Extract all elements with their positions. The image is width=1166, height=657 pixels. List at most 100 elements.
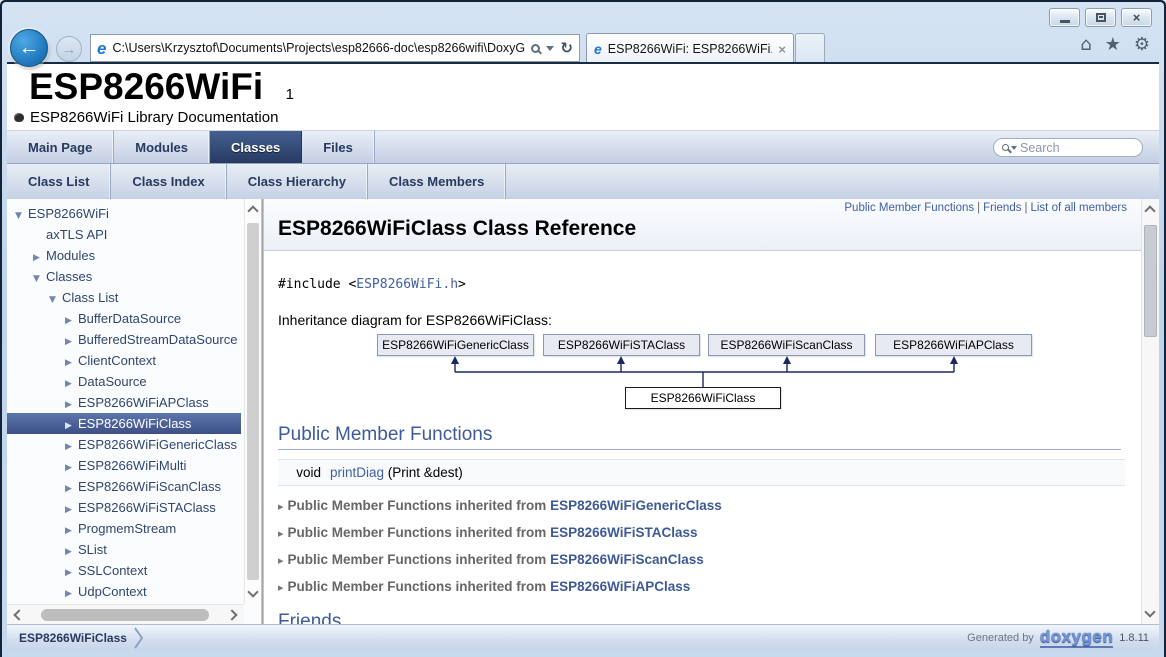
inherited-class-link[interactable]: ESP8266WiFiSTAClass [550, 525, 697, 540]
browser-tab[interactable]: e ESP8266WiFi: ESP8266WiFi... × [586, 33, 794, 64]
tree-item[interactable]: ▶SList [7, 539, 241, 560]
site-search-box[interactable] [993, 138, 1143, 157]
expand-right-icon[interactable]: ▸ [278, 527, 284, 540]
tree-item[interactable]: ▶BufferedStreamDataSource [7, 329, 241, 350]
search-icon[interactable] [531, 44, 540, 53]
section-heading-public-members: Public Member Functions [278, 424, 1121, 450]
tree-item[interactable]: ▶ClientContext [7, 350, 241, 371]
project-brief: ESP8266WiFi Library Documentation [30, 109, 278, 126]
inheritance-node[interactable]: ESP8266WiFiSTAClass [543, 334, 700, 356]
summary-link[interactable]: List of all members [1030, 202, 1127, 214]
expand-right-icon[interactable]: ▸ [278, 500, 284, 513]
inherited-section[interactable]: ▸Public Member Functions inherited from … [278, 498, 1125, 513]
doxygen-logo[interactable]: doxygen [1040, 628, 1113, 648]
browser-chrome: × ← → e ↻ e ESP8266WiFi: ESP8266WiFi... … [2, 2, 1164, 657]
tree-item[interactable]: ▼Classes [7, 266, 241, 287]
expand-right-icon[interactable]: ▸ [278, 581, 284, 594]
sidebar-vertical-scroll-thumb[interactable] [247, 223, 259, 580]
scroll-up-icon[interactable] [247, 205, 258, 216]
sidebar-vertical-scrollbar[interactable] [244, 199, 261, 604]
close-button[interactable]: × [1121, 8, 1152, 27]
restore-button[interactable] [1085, 8, 1116, 27]
inheritance-node[interactable]: ESP8266WiFiScanClass [708, 334, 865, 356]
tab-classes[interactable]: Classes [210, 131, 302, 163]
inheritance-caption: Inheritance diagram for ESP8266WiFiClass… [278, 312, 1125, 328]
address-dropdown-icon[interactable] [546, 46, 554, 51]
tree-item[interactable]: ▶ESP8266WiFiMulti [7, 455, 241, 476]
tree-expand-icon[interactable]: ▶ [65, 584, 78, 604]
tab-files[interactable]: Files [302, 131, 375, 163]
tree-collapse-icon[interactable]: ▼ [15, 206, 28, 227]
tab-close-icon[interactable]: × [778, 42, 786, 57]
tree-item[interactable]: ▶ESP8266WiFiScanClass [7, 476, 241, 497]
tab-class-hierarchy[interactable]: Class Hierarchy [227, 164, 368, 199]
sidebar-horizontal-scrollbar[interactable] [7, 604, 244, 624]
inherited-section[interactable]: ▸Public Member Functions inherited from … [278, 552, 1125, 567]
tab-modules[interactable]: Modules [114, 131, 210, 163]
sub-tab-bar: Class List Class Index Class Hierarchy C… [7, 163, 1159, 199]
title-bar[interactable]: × [2, 2, 1164, 30]
tree-item[interactable]: ▶DataSource [7, 371, 241, 392]
tree-item[interactable]: ▶SSLContext [7, 560, 241, 581]
tab-class-members[interactable]: Class Members [368, 164, 506, 199]
tree-item[interactable]: ▶ESP8266WiFiAPClass [7, 392, 241, 413]
include-file-link[interactable]: ESP8266WiFi.h [356, 277, 458, 292]
inherited-class-link[interactable]: ESP8266WiFiAPClass [550, 579, 690, 594]
tab-class-index[interactable]: Class Index [111, 164, 226, 199]
tree-item-label: ESP8266WiFiGenericClass [78, 437, 237, 452]
refresh-icon[interactable]: ↻ [560, 39, 573, 57]
summary-link[interactable]: Friends [983, 202, 1021, 214]
summary-separator: | [977, 202, 980, 214]
tree-item-label: ESP8266WiFiMulti [78, 458, 186, 473]
forward-button[interactable]: → [56, 36, 82, 62]
tab-favicon: e [594, 42, 602, 56]
page-favicon: e [97, 40, 106, 57]
tab-class-list[interactable]: Class List [7, 164, 111, 199]
scroll-right-icon[interactable] [226, 609, 237, 620]
scroll-left-icon[interactable] [13, 609, 24, 620]
site-search-input[interactable] [1020, 141, 1134, 155]
tree-item[interactable]: ▶BufferDataSource [7, 308, 241, 329]
tree-item-selected[interactable]: ▶ESP8266WiFiClass [7, 413, 241, 434]
scroll-down-icon[interactable] [247, 586, 258, 597]
inheritance-node[interactable]: ESP8266WiFiGenericClass [377, 334, 534, 356]
tree-item[interactable]: ▶ESP8266WiFiSTAClass [7, 497, 241, 518]
content-vertical-scroll-thumb[interactable] [1144, 225, 1157, 337]
member-name-link[interactable]: printDiag [330, 465, 384, 480]
tree-item[interactable]: ▶Modules [7, 245, 241, 266]
tree-item[interactable]: ▼Class List [7, 287, 241, 308]
tree-item[interactable]: ▶ProgmemStream [7, 518, 241, 539]
tree-item-label: BufferDataSource [78, 311, 181, 326]
tree-item[interactable]: ▼ESP8266WiFi [7, 203, 241, 224]
tools-gear-icon[interactable]: ⚙ [1134, 36, 1150, 54]
scroll-down-icon[interactable] [1144, 606, 1155, 617]
site-search-dropdown-icon[interactable] [1011, 146, 1017, 150]
sidebar-horizontal-scroll-thumb[interactable] [41, 609, 209, 621]
url-input[interactable] [112, 41, 525, 55]
tree-item[interactable]: ▶ESP8266WiFiGenericClass [7, 434, 241, 455]
inherited-class-link[interactable]: ESP8266WiFiScanClass [550, 552, 704, 567]
tree-collapse-icon[interactable]: ▼ [49, 290, 62, 311]
tree-item-label: ClientContext [78, 353, 156, 368]
inherited-class-link[interactable]: ESP8266WiFiGenericClass [550, 498, 722, 513]
inherited-section[interactable]: ▸Public Member Functions inherited from … [278, 579, 1125, 594]
new-tab-stub[interactable] [795, 33, 825, 64]
address-bar[interactable]: e ↻ [90, 34, 580, 62]
favorites-icon[interactable]: ★ [1105, 36, 1121, 54]
summary-link[interactable]: Public Member Functions [844, 202, 974, 214]
tree-collapse-icon[interactable]: ▼ [33, 269, 46, 290]
browser-toolbar: ← → e ↻ e ESP8266WiFi: ESP8266WiFi... × … [2, 28, 1164, 64]
home-icon[interactable]: ⌂ [1080, 36, 1091, 54]
expand-right-icon[interactable]: ▸ [278, 554, 284, 567]
tree-item[interactable]: ▶UdpContext [7, 581, 241, 602]
tree-item[interactable]: axTLS API [7, 224, 241, 245]
tab-main-page[interactable]: Main Page [7, 131, 114, 163]
content-vertical-scrollbar[interactable] [1141, 199, 1159, 624]
minimize-button[interactable] [1049, 8, 1080, 27]
inheritance-node[interactable]: ESP8266WiFiAPClass [875, 334, 1032, 356]
breadcrumb-item[interactable]: ESP8266WiFiClass [7, 631, 133, 645]
site-search-icon[interactable] [1002, 144, 1009, 151]
inherited-section[interactable]: ▸Public Member Functions inherited from … [278, 525, 1125, 540]
scroll-up-icon[interactable] [1144, 205, 1155, 216]
back-button[interactable]: ← [10, 29, 48, 67]
